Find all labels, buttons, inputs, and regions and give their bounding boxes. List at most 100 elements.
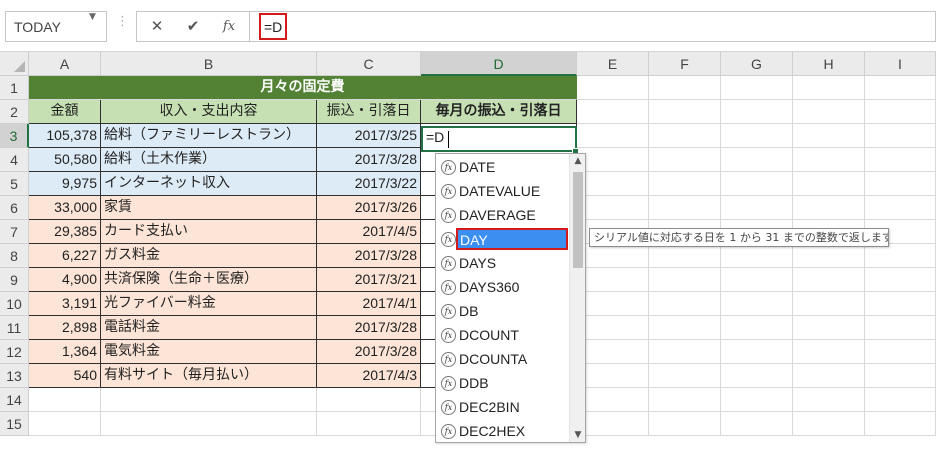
cell-amount[interactable]: 4,900 [29, 268, 101, 292]
empty-cell[interactable] [793, 76, 865, 100]
empty-cell[interactable] [721, 268, 793, 292]
empty-cell[interactable] [793, 388, 865, 412]
empty-cell[interactable] [649, 244, 721, 268]
column-header-g[interactable]: G [721, 52, 793, 76]
row-header[interactable]: 12 [0, 340, 29, 364]
empty-cell[interactable] [649, 196, 721, 220]
column-header-h[interactable]: H [793, 52, 865, 76]
row-header[interactable]: 6 [0, 196, 29, 220]
cell-item[interactable]: インターネット収入 [101, 172, 317, 196]
cell-date[interactable]: 2017/3/28 [317, 340, 421, 364]
empty-cell[interactable] [649, 268, 721, 292]
column-header-i[interactable]: I [865, 52, 936, 76]
column-header-e[interactable]: E [577, 52, 649, 76]
empty-cell[interactable] [649, 340, 721, 364]
empty-cell[interactable] [649, 124, 721, 148]
autocomplete-item[interactable]: fx DB [437, 299, 569, 323]
row-header[interactable]: 11 [0, 316, 29, 340]
empty-cell[interactable] [865, 172, 936, 196]
empty-cell[interactable] [577, 268, 649, 292]
empty-cell[interactable] [577, 340, 649, 364]
cell-amount[interactable]: 3,191 [29, 292, 101, 316]
cell-item[interactable]: 給料（ファミリーレストラン） [101, 124, 317, 148]
header-item[interactable]: 収入・支出内容 [101, 100, 317, 124]
row-header[interactable]: 2 [0, 100, 29, 124]
column-header-a[interactable]: A [29, 52, 101, 76]
empty-cell[interactable] [865, 316, 936, 340]
empty-cell[interactable] [649, 412, 721, 436]
empty-cell[interactable] [577, 148, 649, 172]
empty-cell[interactable] [865, 340, 936, 364]
empty-cell[interactable] [793, 268, 865, 292]
empty-cell[interactable] [721, 292, 793, 316]
empty-cell[interactable] [721, 76, 793, 100]
empty-cell[interactable] [793, 340, 865, 364]
empty-cell[interactable] [577, 388, 649, 412]
cell-date[interactable]: 2017/3/21 [317, 268, 421, 292]
empty-cell[interactable] [649, 388, 721, 412]
insert-function-icon[interactable]: fx [213, 12, 245, 41]
row-header[interactable]: 8 [0, 244, 29, 268]
cell-item[interactable]: カード支払い [101, 220, 317, 244]
cell-item[interactable]: 電気料金 [101, 340, 317, 364]
autocomplete-item[interactable]: fx DCOUNTA [437, 347, 569, 371]
empty-cell[interactable] [721, 100, 793, 124]
cancel-icon[interactable]: ✕ [141, 12, 173, 41]
autocomplete-item[interactable]: fx DATEVALUE [437, 179, 569, 203]
empty-cell[interactable] [793, 124, 865, 148]
empty-cell[interactable] [101, 388, 317, 412]
autocomplete-item[interactable]: fx DAYS [437, 251, 569, 275]
empty-cell[interactable] [865, 148, 936, 172]
cell-date[interactable]: 2017/3/26 [317, 196, 421, 220]
empty-cell[interactable] [577, 172, 649, 196]
empty-cell[interactable] [721, 316, 793, 340]
cell-item[interactable]: 共済保険（生命＋医療） [101, 268, 317, 292]
active-cell[interactable]: =D [421, 126, 577, 152]
cell-amount[interactable]: 9,975 [29, 172, 101, 196]
empty-cell[interactable] [649, 76, 721, 100]
select-all-button[interactable] [0, 52, 29, 76]
empty-cell[interactable] [649, 100, 721, 124]
empty-cell[interactable] [865, 100, 936, 124]
autocomplete-item[interactable]: fx DEC2HEX [437, 419, 569, 443]
empty-cell[interactable] [793, 292, 865, 316]
cell-item[interactable]: ガス料金 [101, 244, 317, 268]
formula-input[interactable]: =D [250, 11, 936, 42]
empty-cell[interactable] [649, 172, 721, 196]
empty-cell[interactable] [865, 76, 936, 100]
empty-cell[interactable] [317, 412, 421, 436]
empty-cell[interactable] [649, 316, 721, 340]
empty-cell[interactable] [577, 196, 649, 220]
empty-cell[interactable] [793, 196, 865, 220]
cell-amount[interactable]: 2,898 [29, 316, 101, 340]
column-header-b[interactable]: B [101, 52, 317, 76]
empty-cell[interactable] [721, 412, 793, 436]
empty-cell[interactable] [721, 364, 793, 388]
header-monthly-day[interactable]: 毎月の振込・引落日 [421, 100, 577, 124]
cell-date[interactable]: 2017/3/25 [317, 124, 421, 148]
cell-date[interactable]: 2017/3/28 [317, 148, 421, 172]
cell-date[interactable]: 2017/4/5 [317, 220, 421, 244]
cell-amount[interactable]: 33,000 [29, 196, 101, 220]
row-header[interactable]: 13 [0, 364, 29, 388]
autocomplete-item[interactable]: fx DCOUNT [437, 323, 569, 347]
empty-cell[interactable] [865, 244, 936, 268]
empty-cell[interactable] [721, 124, 793, 148]
row-header[interactable]: 3 [0, 124, 29, 148]
autocomplete-item[interactable]: fx DAYS360 [437, 275, 569, 299]
autocomplete-item[interactable]: fx DAY [437, 227, 569, 251]
empty-cell[interactable] [577, 244, 649, 268]
empty-cell[interactable] [865, 292, 936, 316]
empty-cell[interactable] [793, 244, 865, 268]
empty-cell[interactable] [649, 364, 721, 388]
cell-item[interactable]: 電話料金 [101, 316, 317, 340]
empty-cell[interactable] [865, 196, 936, 220]
function-autocomplete-list[interactable]: fx DATE fx DATEVALUE fx DAVERAGE fx DAY fx DAYS fx… [435, 153, 586, 443]
scrollbar-thumb[interactable] [573, 172, 583, 268]
empty-cell[interactable] [317, 388, 421, 412]
row-header[interactable]: 4 [0, 148, 29, 172]
cell-amount[interactable]: 50,580 [29, 148, 101, 172]
cell-amount[interactable]: 29,385 [29, 220, 101, 244]
column-header-c[interactable]: C [317, 52, 421, 76]
empty-cell[interactable] [721, 172, 793, 196]
